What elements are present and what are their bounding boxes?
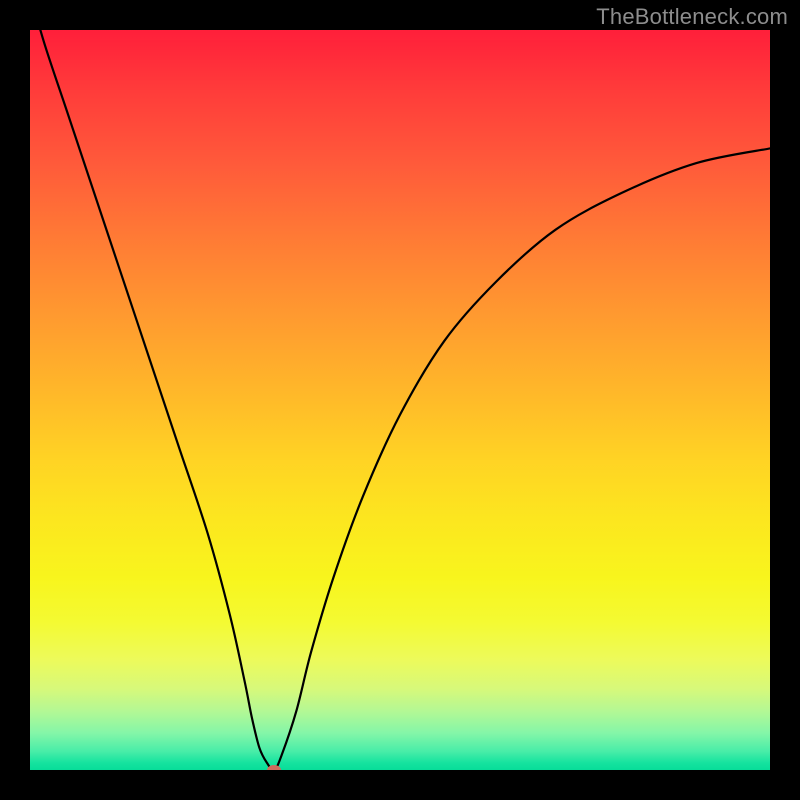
curve-svg — [30, 30, 770, 770]
watermark-text: TheBottleneck.com — [596, 4, 788, 30]
plot-area — [30, 30, 770, 770]
bottleneck-curve — [30, 30, 770, 770]
chart-frame: TheBottleneck.com — [0, 0, 800, 800]
valley-marker-icon — [267, 765, 281, 770]
